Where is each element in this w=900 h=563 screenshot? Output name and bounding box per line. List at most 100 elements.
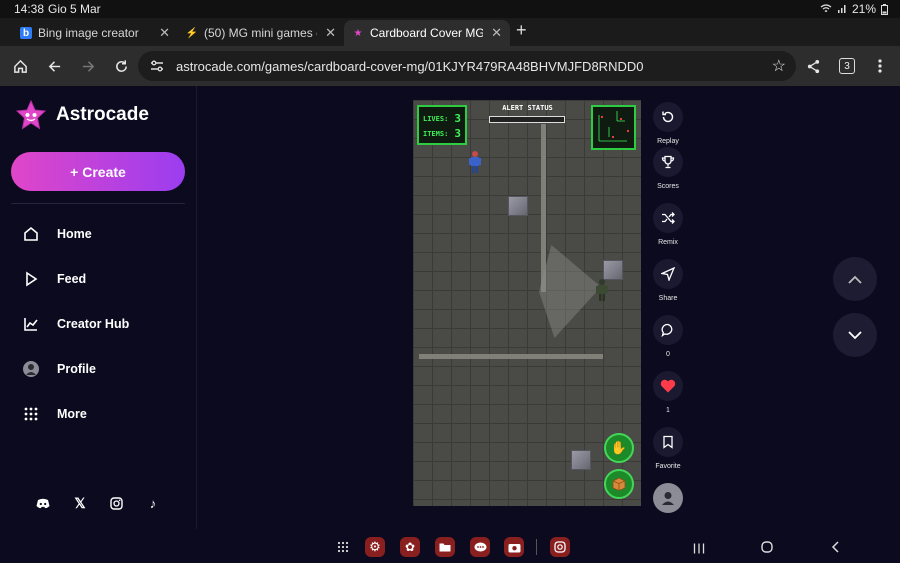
tab-cardboard-cover[interactable]: ★ Cardboard Cover MG | A ✕	[344, 20, 510, 46]
alert-status-bar	[489, 116, 565, 123]
scores-button[interactable]: Scores	[650, 147, 686, 190]
send-icon	[661, 267, 675, 281]
share-game-button[interactable]: Share	[650, 259, 686, 302]
close-icon[interactable]: ✕	[325, 25, 336, 41]
sidebar-item-profile[interactable]: Profile	[22, 357, 182, 381]
messages-app-icon[interactable]	[470, 537, 490, 557]
files-app-icon[interactable]	[435, 537, 455, 557]
recent-apps-button[interactable]	[693, 541, 705, 559]
new-tab-button[interactable]: +	[516, 20, 527, 41]
close-icon[interactable]: ✕	[159, 25, 170, 41]
tab-bing[interactable]: b Bing image creator ✕	[12, 20, 178, 46]
items-value: 3	[454, 127, 461, 140]
grid-icon	[22, 405, 40, 423]
chevron-up-icon	[848, 275, 862, 284]
sidebar-item-creator-hub[interactable]: Creator Hub	[22, 312, 182, 336]
player-character	[469, 151, 481, 173]
remix-label: Remix	[658, 239, 678, 246]
camera-app-icon[interactable]	[504, 537, 524, 557]
recents-icon	[693, 543, 705, 554]
home-icon	[13, 59, 27, 73]
sidebar-item-label: Home	[57, 227, 92, 241]
back-nav-button[interactable]	[831, 540, 839, 558]
site-settings-icon[interactable]	[150, 60, 164, 72]
comment-icon	[661, 323, 673, 337]
create-button[interactable]: + Create	[11, 152, 185, 191]
hand-icon: ✋	[610, 440, 628, 455]
bookmark-star-icon[interactable]: ☆	[772, 56, 786, 76]
box-icon	[612, 477, 626, 491]
share-label: Share	[658, 295, 678, 302]
game-canvas[interactable]: LIVES: 3 ITEMS: 3 ALERT STATUS ✋	[413, 100, 641, 506]
heart-icon	[660, 379, 676, 393]
tab-count-button[interactable]: 3	[839, 58, 855, 74]
gallery-app-icon[interactable]: ✿	[400, 537, 420, 557]
home-icon	[22, 225, 40, 243]
close-icon[interactable]: ✕	[491, 25, 502, 41]
instagram-icon[interactable]	[108, 495, 124, 511]
browser-toolbar: astrocade.com/games/cardboard-cover-mg/0…	[0, 46, 900, 86]
chevron-left-icon	[831, 541, 839, 553]
creator-avatar[interactable]	[650, 483, 686, 513]
remix-button[interactable]: Remix	[650, 203, 686, 246]
replay-label: Replay	[657, 138, 679, 145]
replay-icon	[662, 111, 674, 123]
play-icon	[22, 270, 40, 288]
menu-button[interactable]	[869, 55, 891, 77]
chart-icon	[22, 315, 40, 333]
sidebar-item-more[interactable]: More	[22, 402, 182, 426]
replay-button[interactable]: Replay	[650, 102, 686, 145]
clock: 14:38	[14, 2, 45, 16]
home-circle-icon	[761, 541, 773, 553]
sidebar-item-label: Profile	[57, 362, 96, 376]
wifi-icon	[820, 4, 832, 12]
astrocade-icon: ★	[353, 27, 363, 39]
page-content: Astrocade + Create Home Feed Creator Hub…	[0, 86, 900, 529]
back-button[interactable]	[43, 55, 65, 77]
sidebar-item-home[interactable]: Home	[22, 222, 182, 246]
sidebar-item-feed[interactable]: Feed	[22, 267, 182, 291]
reload-button[interactable]	[110, 55, 132, 77]
tiktok-icon[interactable]: ♪	[145, 495, 161, 511]
x-icon[interactable]: 𝕏	[72, 495, 88, 511]
sidebar: Astrocade + Create Home Feed Creator Hub…	[0, 86, 197, 529]
scroll-up-button[interactable]	[833, 257, 877, 301]
favorite-button[interactable]: Favorite	[650, 427, 686, 470]
cardboard-box	[571, 450, 591, 470]
app-drawer-icon[interactable]	[333, 537, 353, 557]
home-nav-button[interactable]	[761, 540, 773, 558]
grab-button[interactable]: ✋	[604, 433, 634, 463]
brand-name: Astrocade	[56, 104, 149, 125]
kebab-menu-icon	[878, 59, 882, 73]
cardboard-box	[508, 196, 528, 216]
alert-status-label: ALERT STATUS	[502, 104, 553, 112]
settings-app-icon[interactable]: ⚙	[365, 537, 385, 557]
cardboard-box	[603, 260, 623, 280]
battery-percent: 21%	[851, 2, 876, 16]
address-bar[interactable]: astrocade.com/games/cardboard-cover-mg/0…	[138, 51, 796, 81]
date: Gio 5 Mar	[48, 2, 101, 16]
discord-icon[interactable]	[35, 495, 51, 511]
forward-button[interactable]	[77, 55, 99, 77]
sidebar-item-label: More	[57, 407, 87, 421]
system-navigation-bar: ⚙ ✿	[0, 529, 900, 563]
astrocade-star-icon	[16, 100, 46, 130]
bookmark-icon	[663, 435, 673, 449]
logo[interactable]: Astrocade	[16, 100, 149, 130]
comments-button[interactable]: 0	[650, 315, 686, 358]
comments-count: 0	[666, 351, 670, 358]
vision-cone	[539, 245, 601, 338]
tab-title: (50) MG mini games (gd	[204, 26, 317, 40]
box-button[interactable]	[604, 469, 634, 499]
trophy-icon	[661, 155, 675, 169]
status-icons: 21%	[820, 2, 888, 16]
guard-character	[596, 279, 608, 301]
home-button[interactable]	[9, 55, 31, 77]
system-status-bar: 14:38 Gio 5 Mar 21%	[0, 0, 900, 18]
tab-mg-mini-games[interactable]: ⚡ (50) MG mini games (gd ✕	[178, 20, 344, 46]
like-button[interactable]: 1	[650, 371, 686, 414]
share-button[interactable]	[802, 55, 824, 77]
instagram-app-icon[interactable]	[550, 537, 570, 557]
sidebar-item-label: Creator Hub	[57, 317, 130, 331]
scroll-down-button[interactable]	[833, 313, 877, 357]
